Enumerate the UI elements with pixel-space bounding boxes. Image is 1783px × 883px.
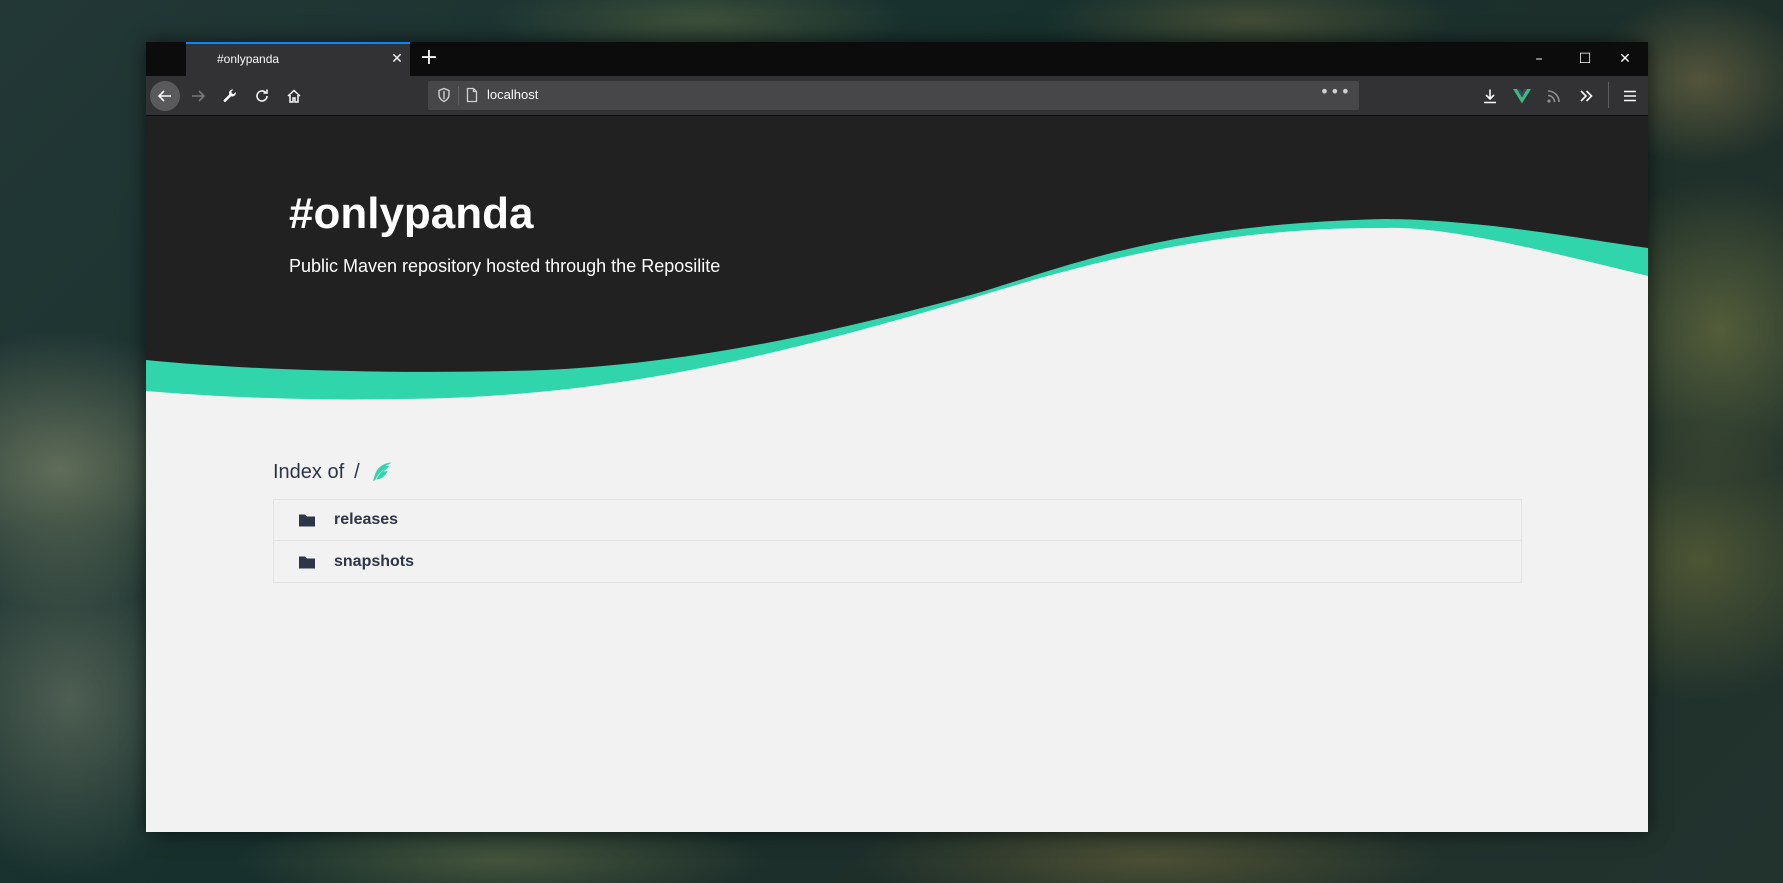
feather-icon: [372, 462, 391, 481]
browser-window: #onlypanda ✕ + – ☐ ✕ localhost ••• #only…: [146, 42, 1648, 832]
vue-devtools-icon: [1513, 89, 1531, 104]
tab-strip: #onlypanda ✕ + – ☐ ✕: [146, 42, 1648, 76]
download-icon: [1484, 89, 1496, 104]
overflow-button[interactable]: [1570, 80, 1602, 112]
toolbar-separator: [1608, 82, 1609, 108]
url-bar[interactable]: localhost •••: [428, 81, 1359, 110]
wrench-icon: [223, 89, 236, 102]
url-text[interactable]: localhost: [487, 87, 538, 102]
arrow-right-icon: [192, 90, 206, 102]
reload-icon: [256, 89, 268, 102]
folder-icon: [299, 556, 315, 568]
page-info-icon[interactable]: [464, 87, 480, 103]
reload-button[interactable]: [246, 80, 278, 112]
vue-devtools-button[interactable]: [1506, 80, 1538, 112]
tab-onlypanda[interactable]: #onlypanda ✕: [186, 42, 410, 76]
page-actions-icon[interactable]: •••: [1320, 82, 1351, 101]
download-button[interactable]: [1474, 80, 1506, 112]
home-icon: [287, 89, 301, 103]
back-button[interactable]: [150, 81, 180, 111]
overflow-icon: [1580, 90, 1593, 102]
index-heading: Index of /: [273, 460, 394, 484]
forward-button[interactable]: [182, 80, 214, 112]
folder-link-releases[interactable]: releases: [334, 511, 398, 529]
home-button[interactable]: [278, 80, 310, 112]
shield-icon[interactable]: [436, 87, 452, 103]
menu-icon: [1624, 90, 1636, 102]
minimize-button[interactable]: –: [1516, 42, 1562, 76]
tab-title: #onlypanda: [217, 52, 280, 66]
tab-close-icon[interactable]: ✕: [388, 50, 406, 68]
index-path: /: [354, 460, 360, 483]
menu-button[interactable]: [1614, 80, 1646, 112]
nav-bar: localhost •••: [146, 76, 1648, 116]
rss-button[interactable]: [1538, 80, 1570, 112]
page-content: #onlypanda Public Maven repository hoste…: [146, 116, 1648, 832]
file-list: releases snapshots: [273, 499, 1522, 583]
folder-link-snapshots[interactable]: snapshots: [334, 553, 414, 571]
folder-icon: [299, 514, 315, 527]
list-item-releases[interactable]: releases: [274, 500, 1521, 541]
close-window-button[interactable]: ✕: [1602, 42, 1648, 76]
index-label: Index of: [273, 460, 345, 483]
list-item-snapshots[interactable]: snapshots: [274, 541, 1521, 582]
new-tab-button[interactable]: +: [416, 46, 442, 72]
arrow-left-icon: [157, 90, 171, 102]
developer-tools-button[interactable]: [214, 80, 246, 112]
rss-icon: [1547, 90, 1560, 103]
page-subtitle: Public Maven repository hosted through t…: [289, 256, 721, 276]
page-title: #onlypanda: [289, 189, 534, 238]
url-separator: [458, 86, 459, 105]
